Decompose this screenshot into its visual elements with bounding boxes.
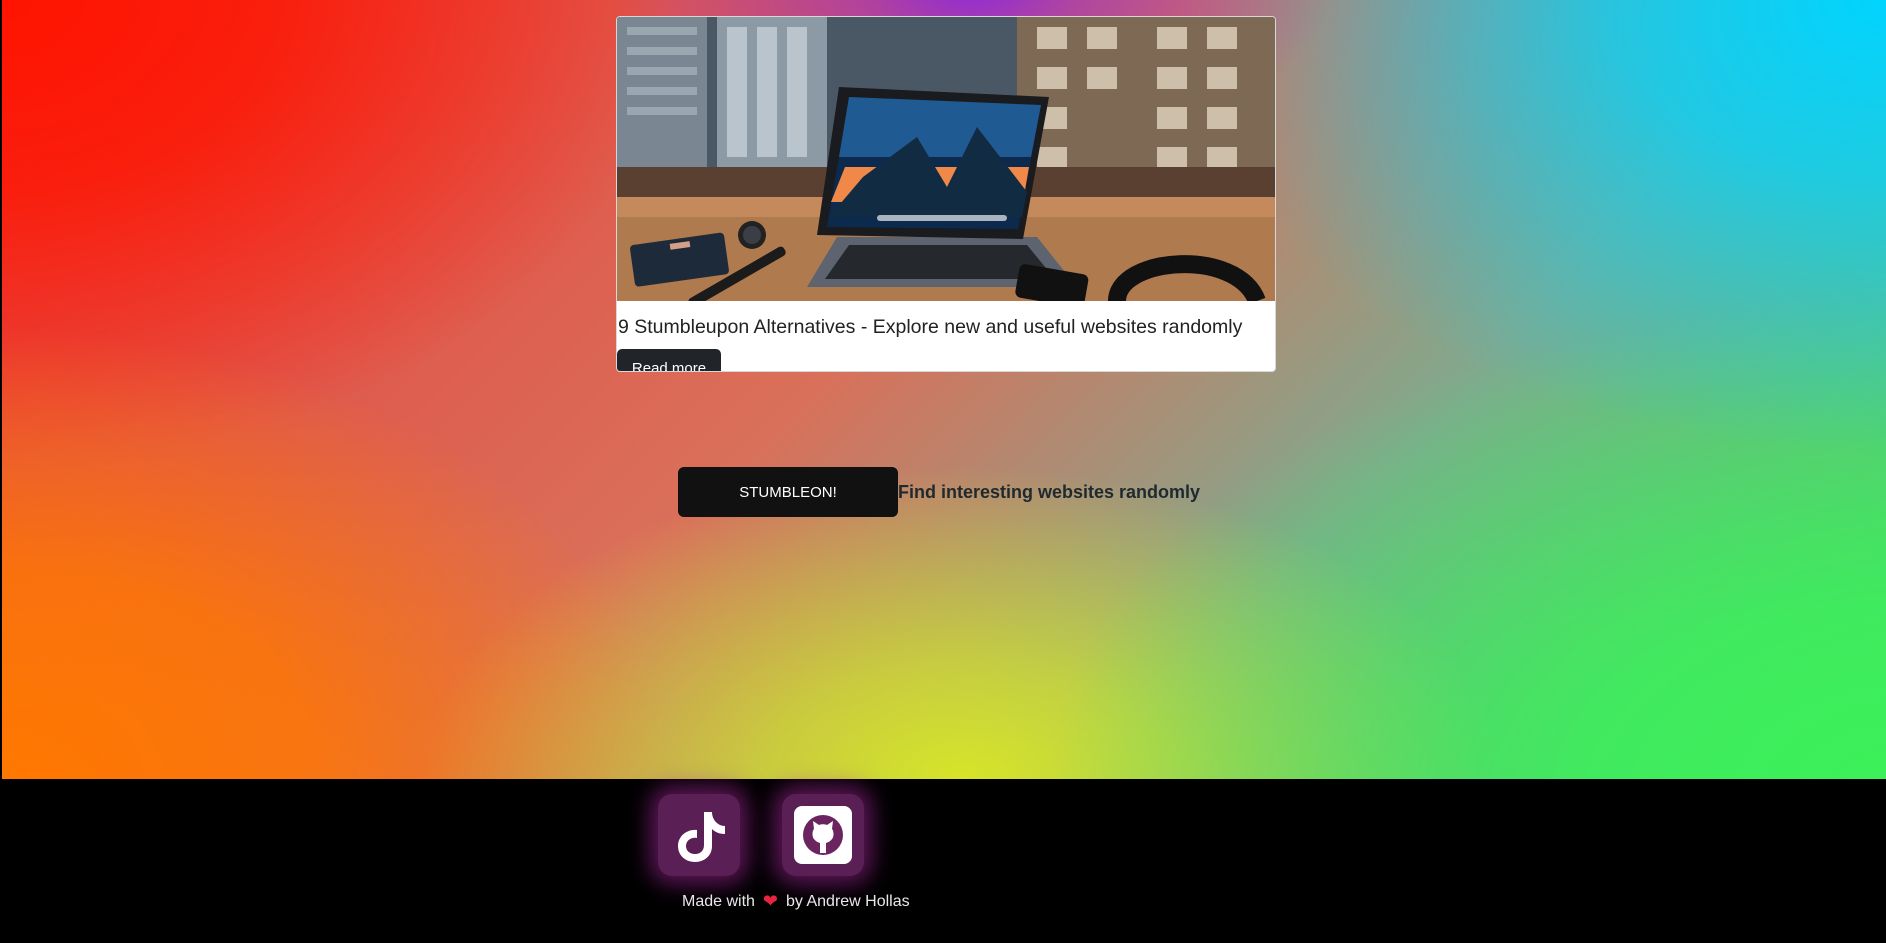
tiktok-icon — [678, 812, 725, 862]
made-with-suffix: by Andrew Hollas — [786, 892, 910, 910]
stumble-row: STUMBLEON! Find interesting websites ran… — [678, 467, 1200, 517]
stumbleon-button[interactable]: STUMBLEON! — [678, 467, 898, 517]
github-link[interactable] — [782, 794, 864, 876]
article-image[interactable] — [617, 17, 1275, 301]
laptop-photo — [617, 17, 1275, 301]
tagline: Find interesting websites randomly — [898, 481, 1201, 502]
article-card: 9 Stumbleupon Alternatives - Explore new… — [616, 16, 1276, 372]
github-icon — [794, 806, 852, 864]
gradient-hero: 9 Stumbleupon Alternatives - Explore new… — [2, 0, 1886, 779]
page: 9 Stumbleupon Alternatives - Explore new… — [0, 0, 1886, 943]
read-more-button[interactable]: Read more — [617, 349, 721, 371]
made-with-prefix: Made with — [682, 892, 755, 910]
made-with-text: Made with ❤ by Andrew Hollas — [682, 891, 910, 912]
tiktok-link[interactable] — [658, 794, 740, 876]
heart-icon: ❤ — [762, 891, 779, 911]
footer: Made with ❤ by Andrew Hollas — [0, 779, 1886, 943]
article-title: 9 Stumbleupon Alternatives - Explore new… — [618, 316, 1243, 338]
